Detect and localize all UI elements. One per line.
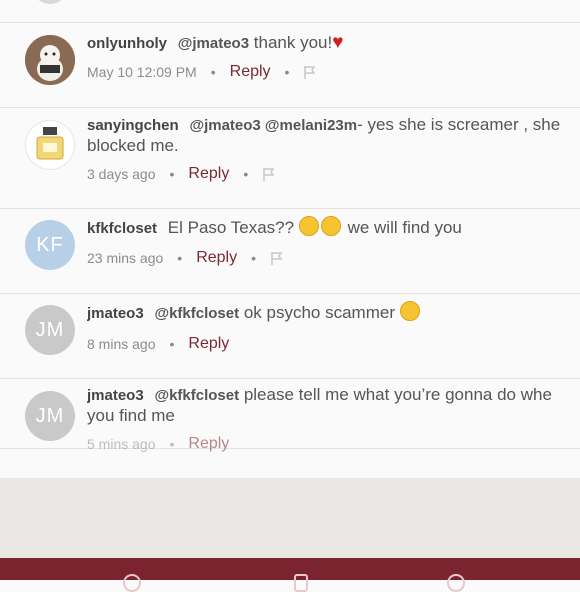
avatar[interactable]: JM (25, 391, 75, 441)
comment-username[interactable]: jmateo3 (87, 305, 144, 322)
comment-mention[interactable]: @kfkfcloset (154, 387, 239, 404)
avatar (32, 0, 68, 4)
comment-text: we will find you (347, 218, 462, 237)
bottom-navigation-bar (0, 558, 580, 592)
comment-username[interactable]: onlyunholy (87, 35, 167, 52)
comment-item: JM jmateo3 @kfkfcloset please tell me wh… (0, 379, 580, 452)
avatar[interactable]: JM (25, 305, 75, 355)
separator-dot: • (251, 250, 256, 266)
comment-input-area (0, 478, 580, 558)
reply-button[interactable]: Reply (188, 335, 229, 353)
avatar-initials: JM (35, 404, 65, 427)
comment-timestamp: May 10 12:09 PM (87, 64, 197, 80)
previous-comment-edge (0, 0, 580, 23)
separator-dot: • (177, 250, 183, 266)
heart-emoji: ♥ (332, 32, 344, 53)
nav-icon[interactable] (294, 574, 308, 592)
reply-button[interactable]: Reply (188, 435, 229, 453)
comment-text-continued: blocked me. (87, 136, 179, 155)
comment-timestamp: 5 mins ago (87, 436, 156, 452)
comment-mention[interactable]: @jmateo3 @melani23m (189, 117, 357, 134)
separator-dot: • (210, 64, 216, 80)
comment-timestamp: 3 days ago (87, 166, 156, 182)
comment-text: El Paso Texas?? (167, 218, 295, 237)
comment-mention[interactable]: @jmateo3 (178, 35, 249, 52)
comment-username[interactable]: sanyingchen (87, 117, 179, 134)
nav-icon[interactable] (447, 574, 465, 592)
separator-dot: • (243, 166, 249, 182)
separator-dot: • (284, 64, 290, 80)
reply-button[interactable]: Reply (196, 249, 237, 267)
flag-icon[interactable] (270, 251, 284, 265)
nav-icon[interactable] (123, 574, 141, 592)
reply-button[interactable]: Reply (188, 165, 229, 183)
avatar[interactable]: KF (25, 220, 75, 270)
separator-dot: • (169, 166, 175, 182)
avatar[interactable] (25, 35, 75, 85)
comment-username[interactable]: kfkfcloset (87, 220, 157, 237)
separator-dot: • (169, 336, 175, 352)
flag-icon[interactable] (303, 65, 317, 79)
comment-mention[interactable]: @kfkfcloset (154, 305, 239, 322)
comment-item: sanyingchen @jmateo3 @melani23m- yes she… (0, 108, 580, 209)
avatar-initials: KF (36, 233, 64, 256)
smile-emoji (320, 216, 341, 236)
avatar[interactable] (25, 120, 75, 170)
comment-username[interactable]: jmateo3 (87, 387, 144, 404)
comment-item: onlyunholy @jmateo3 thank you!♥ May 10 1… (0, 22, 580, 108)
avatar-initials: JM (35, 318, 65, 341)
comment-text: - yes she is screamer , she (357, 115, 561, 134)
smile-emoji (298, 216, 319, 236)
comment-text: ok psycho scammer (243, 303, 395, 322)
comment-item: KF kfkfcloset El Paso Texas?? we will fi… (0, 209, 580, 294)
comment-timestamp: 8 mins ago (87, 336, 156, 352)
tears-of-joy-emoji (399, 301, 420, 321)
reply-button[interactable]: Reply (230, 63, 271, 81)
comment-item: JM jmateo3 @kfkfcloset ok psycho scammer… (0, 294, 580, 379)
comment-text-continued: you find me (87, 406, 175, 425)
comment-text: thank you! (253, 33, 333, 52)
flag-icon[interactable] (262, 167, 276, 181)
separator-dot: • (169, 436, 175, 452)
comment-timestamp: 23 mins ago (87, 250, 164, 266)
comment-text: please tell me what you’re gonna do whe (243, 385, 552, 404)
